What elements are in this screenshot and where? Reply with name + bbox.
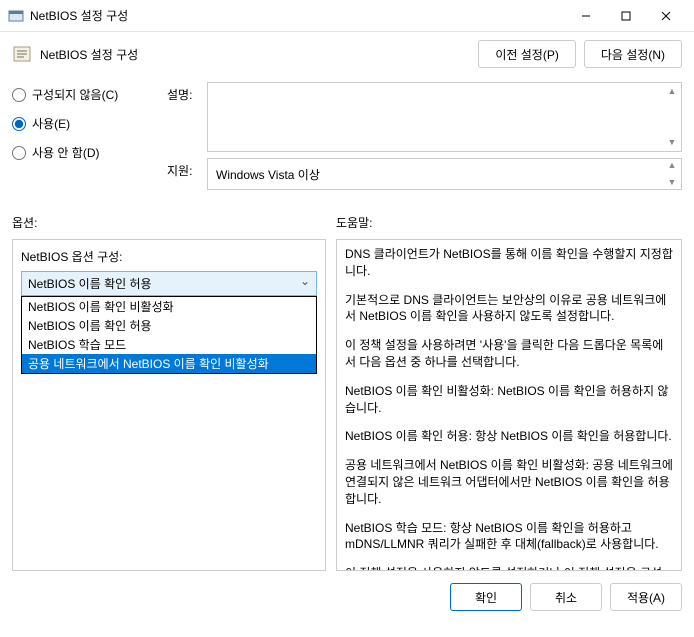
help-paragraph: 이 정책 설정을 사용하려면 '사용'을 클릭한 다음 드롭다운 목록에서 다음… [345, 337, 673, 371]
scroll-up-icon[interactable]: ▲ [667, 161, 677, 170]
supported-box[interactable]: Windows Vista 이상 ▲ ▼ [207, 158, 682, 190]
help-paragraph: NetBIOS 학습 모드: 항상 NetBIOS 이름 확인을 허용하고 mD… [345, 520, 673, 554]
section-labels: 옵션: 도움말: [0, 202, 694, 239]
maximize-button[interactable] [606, 2, 646, 30]
next-setting-button[interactable]: 다음 설정(N) [584, 40, 682, 68]
dropdown-item[interactable]: NetBIOS 이름 확인 허용 [22, 316, 316, 335]
header: NetBIOS 설정 구성 이전 설정(P) 다음 설정(N) [0, 32, 694, 76]
options-panel: NetBIOS 옵션 구성: NetBIOS 이름 확인 허용 NetBIOS … [12, 239, 326, 571]
scroll-up-icon[interactable]: ▲ [667, 87, 677, 96]
radio-disabled-input[interactable] [12, 146, 26, 160]
close-button[interactable] [646, 2, 686, 30]
help-paragraph: 공용 네트워크에서 NetBIOS 이름 확인 비활성화: 공용 네트워크에 연… [345, 457, 673, 507]
ok-button[interactable]: 확인 [450, 583, 522, 611]
titlebar: NetBIOS 설정 구성 [0, 0, 694, 32]
scroll-down-icon[interactable]: ▼ [667, 178, 677, 187]
radio-not-configured[interactable]: 구성되지 않음(C) [12, 86, 167, 103]
policy-icon [12, 44, 32, 64]
header-title: NetBIOS 설정 구성 [40, 46, 478, 63]
window-controls [566, 2, 686, 30]
description-box[interactable]: ▲ ▼ [207, 82, 682, 152]
window-icon [8, 8, 24, 24]
radio-not-configured-input[interactable] [12, 88, 26, 102]
radio-enabled-input[interactable] [12, 117, 26, 131]
config-section: 구성되지 않음(C) 사용(E) 사용 안 함(D) 설명: ▲ ▼ 지원: W… [0, 76, 694, 202]
help-section-label: 도움말: [336, 214, 372, 231]
dropdown-item[interactable]: NetBIOS 학습 모드 [22, 335, 316, 354]
help-paragraph: DNS 클라이언트가 NetBIOS를 통해 이름 확인을 수행할지 지정합니다… [345, 246, 673, 280]
radio-enabled-label: 사용(E) [32, 115, 70, 132]
supported-text: Windows Vista 이상 [216, 166, 320, 183]
radio-disabled-label: 사용 안 함(D) [32, 144, 100, 161]
radio-disabled[interactable]: 사용 안 함(D) [12, 144, 167, 161]
dropdown-item[interactable]: NetBIOS 이름 확인 비활성화 [22, 297, 316, 316]
window-title: NetBIOS 설정 구성 [30, 7, 566, 24]
state-radio-group: 구성되지 않음(C) 사용(E) 사용 안 함(D) [12, 82, 167, 196]
apply-button[interactable]: 적용(A) [610, 583, 682, 611]
help-paragraph: 기본적으로 DNS 클라이언트는 보안상의 이유로 공용 네트워크에서 NetB… [345, 292, 673, 326]
previous-setting-button[interactable]: 이전 설정(P) [478, 40, 576, 68]
scroll-down-icon[interactable]: ▼ [667, 138, 677, 147]
radio-not-configured-label: 구성되지 않음(C) [32, 86, 118, 103]
options-title: NetBIOS 옵션 구성: [21, 248, 317, 265]
dropdown-item[interactable]: 공용 네트워크에서 NetBIOS 이름 확인 비활성화 [22, 354, 316, 373]
dropdown-list: NetBIOS 이름 확인 비활성화NetBIOS 이름 확인 허용NetBIO… [21, 296, 317, 374]
dropdown-selected[interactable]: NetBIOS 이름 확인 허용 [21, 271, 317, 296]
content-row: NetBIOS 옵션 구성: NetBIOS 이름 확인 허용 NetBIOS … [0, 239, 694, 571]
help-text: DNS 클라이언트가 NetBIOS를 통해 이름 확인을 수행할지 지정합니다… [345, 246, 673, 571]
help-paragraph: 이 정책 설정을 사용하지 않도록 설정하거나 이 정책 설정을 구성 [345, 565, 673, 571]
help-paragraph: NetBIOS 이름 확인 비활성화: NetBIOS 이름 확인을 허용하지 … [345, 383, 673, 417]
netbios-dropdown[interactable]: NetBIOS 이름 확인 허용 NetBIOS 이름 확인 비활성화NetBI… [21, 271, 317, 296]
help-paragraph: NetBIOS 이름 확인 허용: 항상 NetBIOS 이름 확인을 허용합니… [345, 428, 673, 445]
minimize-button[interactable] [566, 2, 606, 30]
footer: 확인 취소 적용(A) [0, 571, 694, 623]
cancel-button[interactable]: 취소 [530, 583, 602, 611]
options-section-label: 옵션: [12, 214, 336, 231]
supported-label: 지원: [167, 158, 207, 190]
help-panel[interactable]: DNS 클라이언트가 NetBIOS를 통해 이름 확인을 수행할지 지정합니다… [336, 239, 682, 571]
radio-enabled[interactable]: 사용(E) [12, 115, 167, 132]
description-label: 설명: [167, 82, 207, 152]
